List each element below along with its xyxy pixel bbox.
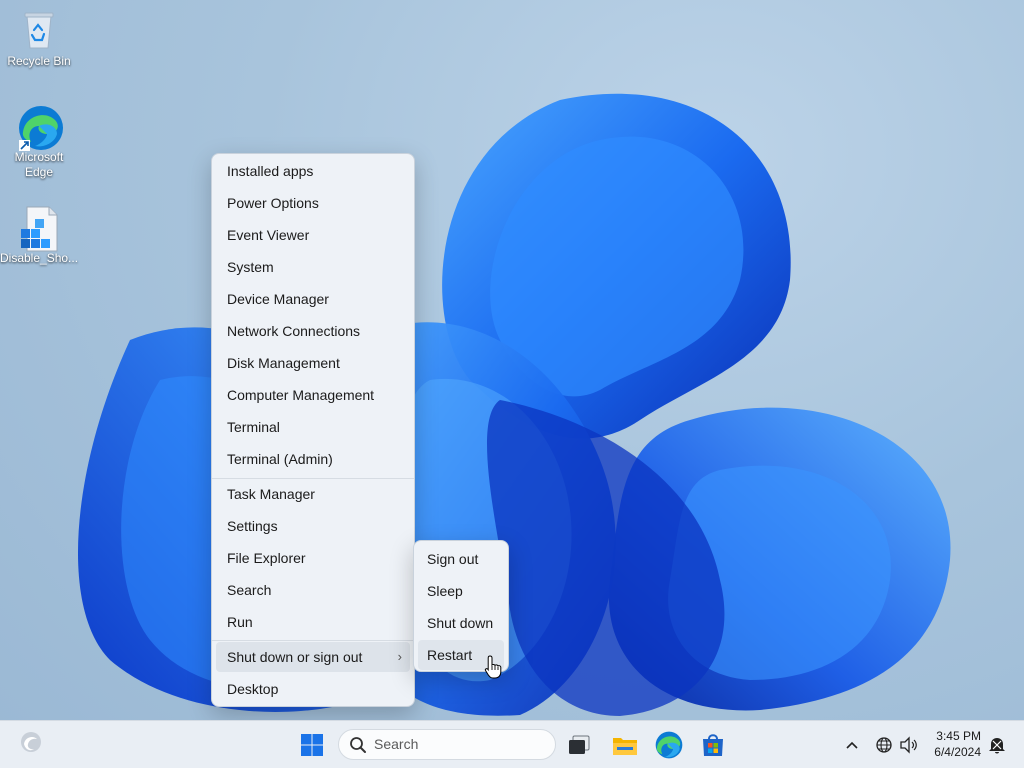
registry-file-icon [17,205,61,252]
clock-date: 6/4/2024 [934,745,981,759]
submenu-item-sign-out[interactable]: Sign out [418,544,504,574]
menu-item-shut-down-or-sign-out[interactable]: Shut down or sign out › [216,642,410,672]
volume-icon[interactable] [897,729,921,761]
search-placeholder: Search [374,736,419,752]
edge-icon[interactable] [653,729,685,761]
desktop-icon-recycle-bin[interactable]: Recycle Bin [0,8,78,69]
menu-item-installed-apps[interactable]: Installed apps [216,156,410,186]
recycle-bin-icon [17,8,61,52]
start-icon[interactable] [296,729,328,761]
menu-item-terminal-admin[interactable]: Terminal (Admin) [216,444,410,474]
menu-item-computer-management[interactable]: Computer Management [216,380,410,410]
chevron-right-icon: › [397,649,402,664]
taskbar: Search 3:45 PM 6/4/2024 [0,720,1024,768]
menu-item-task-manager[interactable]: Task Manager [216,479,410,509]
menu-item-network-connections[interactable]: Network Connections [216,316,410,346]
menu-item-search[interactable]: Search [216,575,410,605]
menu-item-power-options[interactable]: Power Options [216,188,410,218]
widgets-icon[interactable] [16,727,46,757]
menu-item-settings[interactable]: Settings [216,511,410,541]
submenu-item-sleep[interactable]: Sleep [418,576,504,606]
network-globe-icon[interactable] [872,729,896,761]
menu-item-system[interactable]: System [216,252,410,282]
menu-item-device-manager[interactable]: Device Manager [216,284,410,314]
hand-cursor-icon [484,655,502,679]
clock-time: 3:45 PM [936,729,981,743]
menu-item-event-viewer[interactable]: Event Viewer [216,220,410,250]
tray-clock[interactable]: 3:45 PM 6/4/2024 [934,728,981,760]
shutdown-submenu: Sign out Sleep Shut down Restart [413,540,509,672]
store-icon[interactable] [697,729,729,761]
task-view-icon[interactable] [564,729,596,761]
menu-item-terminal[interactable]: Terminal [216,412,410,442]
menu-item-run[interactable]: Run [216,607,410,637]
menu-item-disk-management[interactable]: Disk Management [216,348,410,378]
desktop-icon-label: Disable_Sho... [0,251,79,265]
menu-item-file-explorer[interactable]: File Explorer [216,543,410,573]
desktop-icon-label: Microsoft Edge [14,150,64,179]
submenu-item-shut-down[interactable]: Shut down [418,608,504,638]
edge-icon [17,104,63,151]
search-icon [350,737,366,753]
desktop-icon-label: Recycle Bin [7,54,71,68]
desktop-icon-edge[interactable]: Microsoft Edge [0,104,78,180]
notification-bell-icon[interactable] [986,729,1008,761]
file-explorer-icon[interactable] [609,729,641,761]
desktop-icon-registry-file[interactable]: Disable_Sho... [0,205,78,266]
menu-separator [212,640,414,641]
menu-item-label: Shut down or sign out [227,649,363,665]
chevron-up-icon[interactable] [838,729,866,761]
taskbar-search-box[interactable]: Search [338,729,556,760]
desktop-wallpaper [77,93,951,716]
quick-link-menu: Installed apps Power Options Event Viewe… [211,153,415,707]
menu-item-desktop[interactable]: Desktop [216,674,410,704]
